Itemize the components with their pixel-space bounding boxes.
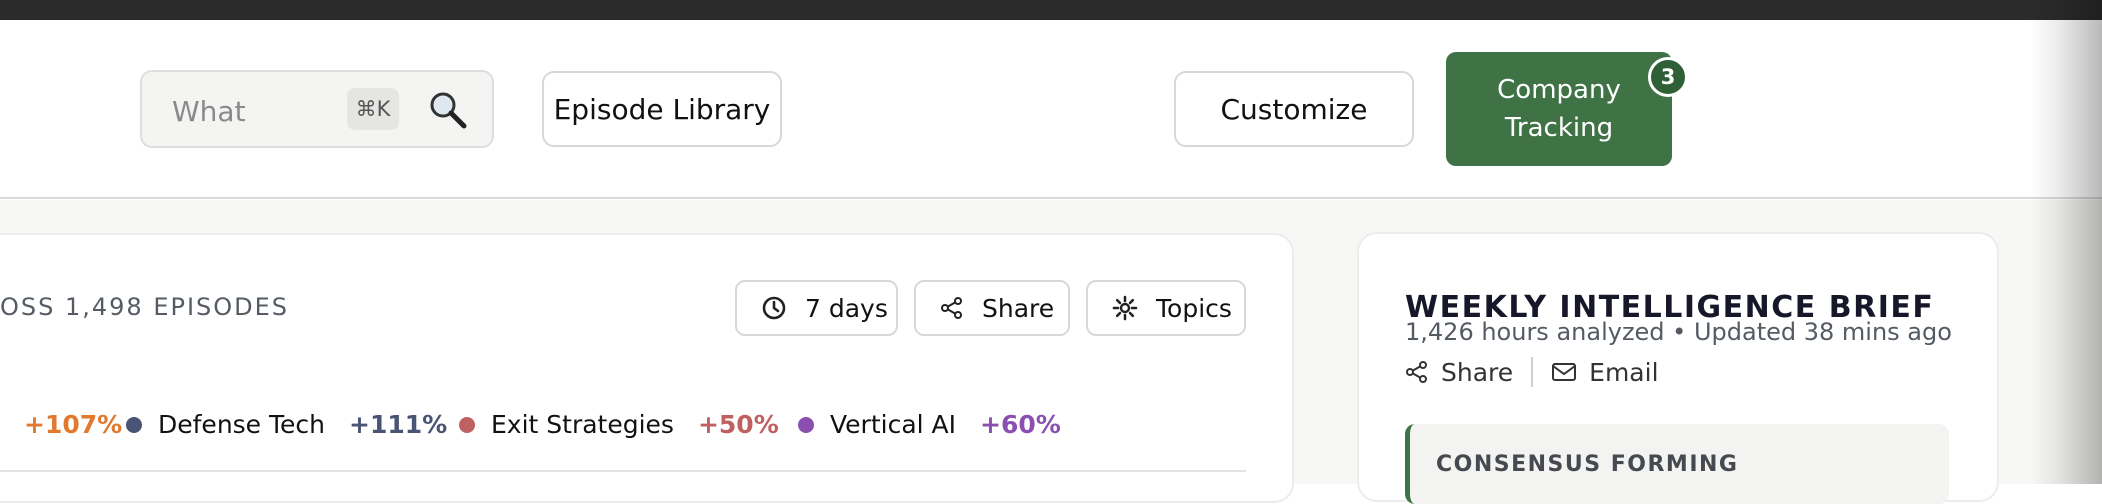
- legend-item[interactable]: Exit Strategies +50%: [459, 410, 779, 439]
- topics-button[interactable]: Topics: [1086, 280, 1246, 336]
- legend-item[interactable]: Vertical AI +60%: [798, 410, 1061, 439]
- legend-item: +107%: [24, 410, 123, 439]
- section-title: OSS 1,498 EPISODES: [0, 293, 290, 321]
- share-icon: [1406, 361, 1427, 383]
- tracking-count-badge: 3: [1648, 57, 1688, 97]
- separator: [1531, 357, 1534, 387]
- brief-actions: Share Email: [1405, 357, 1659, 387]
- consensus-section: CONSENSUS FORMING: [1405, 424, 1949, 504]
- legend-dot: [126, 416, 142, 433]
- gear-icon: [1112, 295, 1138, 321]
- window-top-bar: [0, 0, 2102, 20]
- search-shortcut-hint: ⌘K: [347, 88, 399, 130]
- time-range-button[interactable]: 7 days: [735, 280, 898, 336]
- legend-dot: [459, 416, 475, 433]
- consensus-label: CONSENSUS FORMING: [1436, 452, 1739, 477]
- share-icon: [941, 297, 962, 319]
- search-box[interactable]: ⌘K: [140, 70, 494, 148]
- app-header: ⌘K Episode Library Customize Company Tra…: [0, 20, 2102, 199]
- episode-library-button[interactable]: Episode Library: [542, 71, 782, 147]
- main-panel: [0, 233, 1294, 503]
- customize-button[interactable]: Customize: [1174, 71, 1414, 147]
- legend-item[interactable]: Defense Tech +111%: [126, 410, 447, 439]
- mail-icon: [1552, 363, 1577, 381]
- clock-icon: [762, 296, 786, 320]
- company-tracking-button[interactable]: Company Tracking: [1446, 52, 1672, 166]
- brief-share-link[interactable]: Share: [1405, 358, 1513, 387]
- brief-subtitle: 1,426 hours analyzed • Updated 38 mins a…: [1405, 318, 1952, 346]
- divider: [0, 470, 1246, 472]
- search-icon[interactable]: [424, 87, 472, 135]
- brief-email-link[interactable]: Email: [1551, 358, 1659, 387]
- legend-dot: [798, 416, 814, 433]
- edge-shadow: [2030, 0, 2102, 484]
- company-tracking-label: Company Tracking: [1497, 75, 1621, 143]
- search-input[interactable]: [172, 92, 292, 130]
- share-button[interactable]: Share: [914, 280, 1070, 336]
